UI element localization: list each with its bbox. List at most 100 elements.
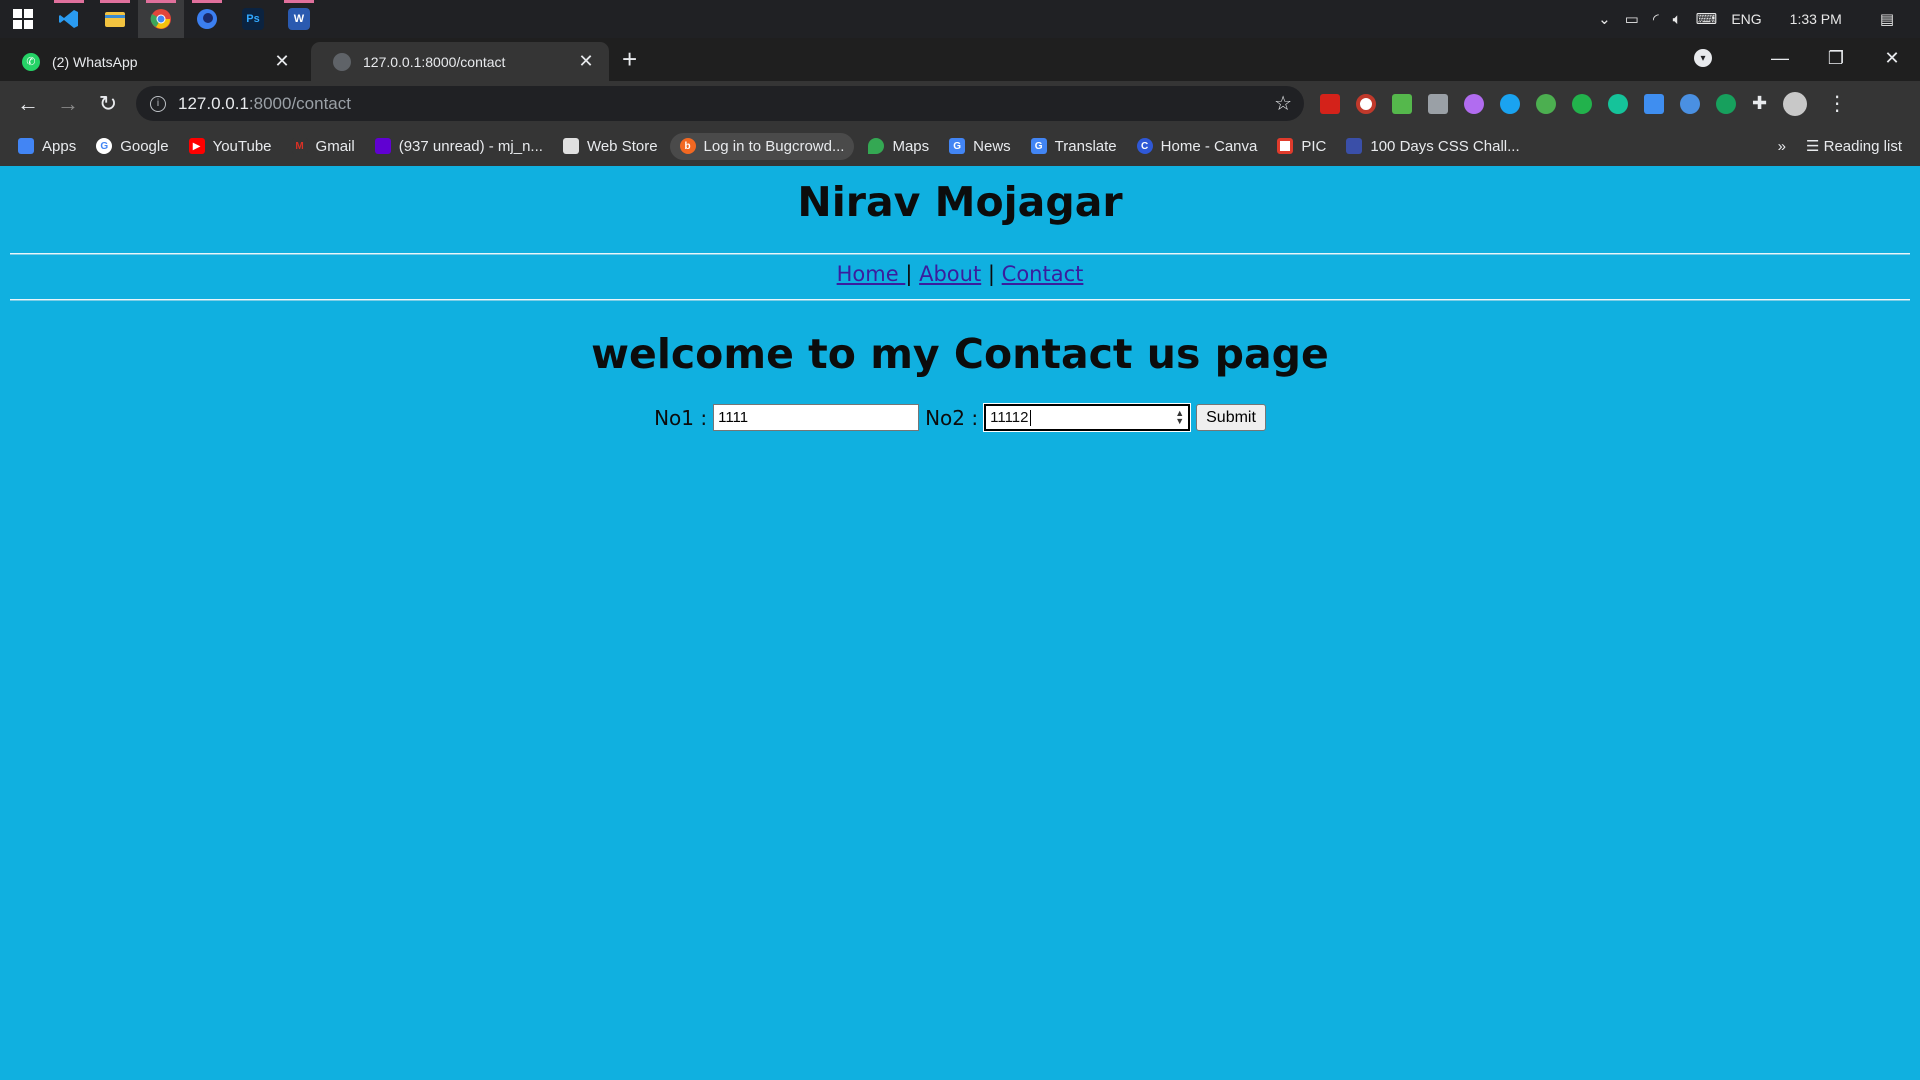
bookmark-gmail[interactable]: M Gmail <box>291 138 355 155</box>
site-title: Nirav Mojagar <box>797 178 1123 226</box>
taskbar-firefox[interactable] <box>184 0 230 38</box>
bugcrowd-icon: b <box>679 138 696 154</box>
page-heading: welcome to my Contact us page <box>591 330 1329 378</box>
reading-list-button[interactable]: ☰ Reading list <box>1806 137 1902 155</box>
camera-icon[interactable] <box>1428 93 1448 114</box>
extensions-area: ✚ ⋮ <box>1320 81 1847 126</box>
divider <box>10 253 1910 255</box>
extension-icon-3[interactable] <box>1392 93 1412 114</box>
google-icon: G <box>96 138 113 154</box>
taskbar-vscode[interactable] <box>46 0 92 38</box>
forward-icon[interactable]: → <box>48 91 88 117</box>
bookmark-css-challenge[interactable]: 100 Days CSS Chall... <box>1346 137 1520 155</box>
taskbar-photoshop[interactable]: Ps <box>230 0 276 38</box>
bookmark-star-icon[interactable]: ☆ <box>1274 91 1292 116</box>
tab-contact[interactable]: 127.0.0.1:8000/contact ✕ <box>311 42 609 81</box>
site-nav: Home | About | Contact <box>0 262 1920 286</box>
number-spinner[interactable]: ▲ ▼ <box>1175 409 1184 426</box>
grammarly-icon[interactable] <box>1608 93 1628 114</box>
extension-icon-2[interactable] <box>1356 93 1376 114</box>
youtube-icon: ▶ <box>188 138 205 154</box>
folder-icon <box>105 12 125 27</box>
bookmark-label: Apps <box>42 137 77 155</box>
nav-home-link[interactable]: Home <box>837 262 906 286</box>
no2-input[interactable]: 11112 ▲ ▼ <box>983 403 1192 432</box>
taskbar-file-explorer[interactable] <box>92 0 138 38</box>
firefox-icon <box>197 9 217 29</box>
extension-icon-11[interactable] <box>1680 93 1700 114</box>
close-tab-icon[interactable]: ✕ <box>577 51 595 72</box>
pic-icon <box>1277 138 1294 154</box>
word-icon: W <box>288 8 310 30</box>
more-bookmarks-icon[interactable]: » <box>1778 138 1786 155</box>
no2-label: No2 : <box>925 405 979 430</box>
nav-separator: | <box>987 262 995 286</box>
bookmark-label: Translate <box>1054 137 1117 155</box>
close-tab-icon[interactable]: ✕ <box>273 51 291 72</box>
bookmark-label: Web Store <box>586 137 658 155</box>
system-tray: ⌄ ▭ ◜ 🔈︎ ⌨ ENG 1:33 PM ▤ <box>1598 0 1920 38</box>
tab-title: (2) WhatsApp <box>52 53 138 70</box>
extension-icon-12[interactable] <box>1716 93 1736 114</box>
no1-input[interactable] <box>713 404 920 431</box>
bookmark-web-store[interactable]: Web Store <box>562 137 658 155</box>
bookmark-bugcrowd[interactable]: b Log in to Bugcrowd... <box>669 132 855 160</box>
tab-search-icon[interactable]: ▾ <box>1694 49 1712 67</box>
bookmark-news[interactable]: G News <box>949 138 1011 155</box>
web-store-icon <box>562 138 579 154</box>
language-indicator[interactable]: ENG <box>1731 11 1761 27</box>
bookmark-label: (937 unread) - mj_n... <box>398 137 543 155</box>
bookmark-translate[interactable]: G Translate <box>1030 137 1117 155</box>
css-challenge-icon <box>1346 138 1363 154</box>
extension-icon-8[interactable] <box>1572 93 1592 114</box>
url-path: :8000/contact <box>248 93 351 113</box>
clock[interactable]: 1:33 PM <box>1790 11 1842 27</box>
bookmark-youtube[interactable]: ▶ YouTube <box>188 138 272 155</box>
acrobat-icon[interactable] <box>1320 93 1340 114</box>
extension-icon-5[interactable] <box>1464 93 1484 114</box>
address-bar[interactable]: i 127.0.0.1:8000/contact ☆ <box>136 86 1304 121</box>
extension-icon-7[interactable] <box>1536 93 1556 114</box>
bookmark-maps[interactable]: Maps <box>868 138 929 155</box>
extension-icon-10[interactable] <box>1644 93 1664 114</box>
url-host: 127.0.0.1 <box>178 93 249 113</box>
bookmark-google[interactable]: G Google <box>96 138 169 155</box>
nav-contact-link[interactable]: Contact <box>1002 262 1084 286</box>
extensions-puzzle-icon[interactable]: ✚ <box>1752 93 1767 114</box>
profile-avatar[interactable] <box>1783 91 1808 116</box>
vscode-icon <box>59 10 78 28</box>
nav-about-link[interactable]: About <box>919 262 981 286</box>
taskbar-chrome[interactable] <box>138 0 184 38</box>
keyboard-icon[interactable]: ⌨ <box>1696 10 1718 28</box>
bookmark-yahoo-mail[interactable]: (937 unread) - mj_n... <box>374 137 543 155</box>
menu-icon[interactable]: ⋮ <box>1827 91 1847 116</box>
taskbar-word[interactable]: W <box>276 0 322 38</box>
extension-icon-6[interactable] <box>1500 93 1520 114</box>
start-button[interactable] <box>0 0 46 38</box>
bookmark-pic[interactable]: PIC <box>1277 138 1326 155</box>
bookmark-canva[interactable]: C Home - Canva <box>1136 138 1257 155</box>
volume-icon[interactable]: 🔈︎ <box>1673 11 1682 28</box>
chevron-up-icon[interactable]: ⌄ <box>1598 10 1611 28</box>
web-page: Nirav Mojagar Home | About | Contact wel… <box>0 166 1920 1080</box>
site-info-icon[interactable]: i <box>150 95 166 112</box>
restore-icon[interactable]: ❐ <box>1808 48 1864 69</box>
minimize-icon[interactable]: — <box>1752 48 1808 69</box>
news-icon: G <box>949 138 966 154</box>
submit-button[interactable]: Submit <box>1196 404 1266 431</box>
close-window-icon[interactable]: ✕ <box>1864 48 1920 69</box>
notifications-icon[interactable]: ▤ <box>1880 10 1894 28</box>
windows-taskbar: Ps W ⌄ ▭ ◜ 🔈︎ ⌨ ENG 1:33 PM ▤ <box>0 0 1920 38</box>
bookmarks-bar: Apps G Google ▶ YouTube M Gmail (937 unread… <box>0 126 1920 166</box>
bookmark-label: 100 Days CSS Chall... <box>1370 137 1520 155</box>
tab-strip: ✆ (2) WhatsApp ✕ 127.0.0.1:8000/contact … <box>0 38 1920 81</box>
bookmark-apps[interactable]: Apps <box>18 138 76 155</box>
chrome-icon <box>150 9 171 29</box>
back-icon[interactable]: ← <box>8 91 48 117</box>
reload-icon[interactable]: ↻ <box>88 91 128 117</box>
new-tab-button[interactable]: + <box>622 46 637 72</box>
wifi-icon[interactable]: ◜ <box>1653 10 1659 28</box>
tab-whatsapp[interactable]: ✆ (2) WhatsApp ✕ <box>0 42 305 81</box>
battery-icon[interactable]: ▭ <box>1625 10 1639 28</box>
canva-icon: C <box>1136 138 1153 154</box>
